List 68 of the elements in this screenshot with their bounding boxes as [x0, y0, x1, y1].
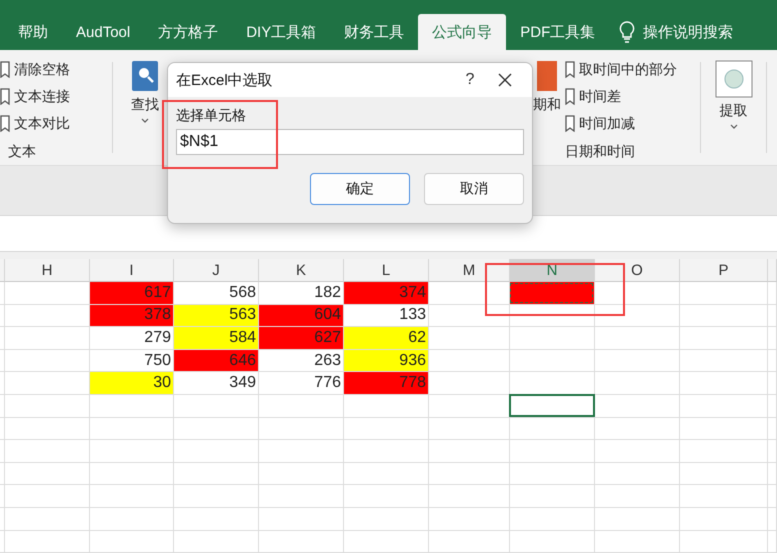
column-header[interactable]: M — [429, 259, 510, 282]
ribbon-tab[interactable]: 帮助 — [4, 14, 62, 50]
table-cell: 936 — [344, 350, 429, 372]
group-label: 日期和时间 — [565, 143, 636, 161]
bookmark-icon — [565, 115, 575, 132]
ribbon-command[interactable]: 文本连接 — [14, 88, 70, 106]
empty-cell — [768, 462, 777, 486]
table-cell: 778 — [344, 372, 429, 395]
field-label: 选择单元格 — [176, 107, 247, 125]
group-label: 文本 — [7, 143, 37, 161]
table-cell: 30 — [90, 372, 174, 395]
table-cell: 617 — [90, 282, 174, 305]
empty-cell — [768, 304, 777, 328]
empty-cell — [768, 327, 777, 350]
input-field[interactable]: $N$1 — [176, 129, 524, 155]
ribbon-command[interactable]: 时间加减 — [579, 114, 635, 132]
ok-button[interactable]: 确定 — [310, 173, 410, 205]
column-header[interactable]: K — [259, 259, 344, 282]
column-header[interactable]: J — [174, 259, 259, 282]
ribbon-tab[interactable]: 公式向导 — [418, 14, 506, 50]
ribbon-command[interactable]: 文本对比 — [14, 114, 70, 132]
lightbulb-icon[interactable] — [619, 21, 636, 43]
ribbon-command[interactable]: 时间差 — [579, 88, 621, 106]
empty-cell — [768, 372, 777, 395]
close-icon[interactable] — [498, 73, 512, 87]
empty-cell — [768, 350, 777, 372]
ribbon-tab[interactable]: DIY工具箱 — [232, 14, 330, 50]
ribbon-command[interactable]: 取时间中的部分 — [579, 60, 677, 78]
chevron-down-icon[interactable] — [730, 124, 738, 129]
active-cell[interactable] — [510, 394, 595, 418]
table-cell: 584 — [174, 327, 259, 350]
cancel-button[interactable]: 取消 — [424, 173, 524, 205]
find-button[interactable]: 查找 — [131, 56, 159, 123]
table-cell: 349 — [174, 372, 259, 395]
table-cell: 627 — [259, 327, 344, 350]
help-button[interactable]: ? — [442, 71, 498, 89]
empty-cell — [768, 530, 777, 553]
chevron-down-icon[interactable] — [141, 118, 149, 123]
empty-cell — [768, 394, 777, 418]
empty-cell — [768, 508, 777, 531]
empty-cell — [768, 485, 777, 508]
column-header[interactable]: H — [5, 259, 90, 282]
ribbon-command[interactable]: 清除空格 — [14, 60, 70, 78]
column-header[interactable]: I — [90, 259, 174, 282]
ribbon-tab[interactable]: 方方格子 — [144, 14, 232, 50]
table-cell: 62 — [344, 327, 429, 350]
extract-button[interactable]: 提取 — [714, 56, 752, 129]
ribbon-tab[interactable]: AudTool — [62, 14, 144, 50]
column-header[interactable]: N — [510, 259, 595, 282]
dialog-title: 在Excel中选取 — [176, 70, 274, 90]
table-cell: 646 — [174, 350, 259, 372]
column-header — [768, 259, 777, 282]
book-search-icon — [131, 60, 159, 92]
column-header[interactable]: O — [595, 259, 680, 282]
ribbon-tab[interactable]: 财务工具 — [330, 14, 418, 50]
date-button[interactable]: 期和 — [529, 56, 565, 114]
empty-cell — [768, 440, 777, 463]
search-label[interactable]: 操作说明搜索 — [643, 22, 734, 42]
ribbon-tab[interactable]: PDF工具集 — [506, 14, 610, 50]
column-header[interactable]: P — [680, 259, 768, 282]
table-cell: 563 — [174, 304, 259, 328]
empty-cell — [768, 418, 777, 440]
table-cell: 374 — [344, 282, 429, 305]
table-cell: 378 — [90, 304, 174, 328]
column-header[interactable]: L — [344, 259, 429, 282]
table-cell: 604 — [259, 304, 344, 328]
bookmark-icon — [565, 88, 575, 105]
bookmark-icon — [565, 61, 575, 78]
